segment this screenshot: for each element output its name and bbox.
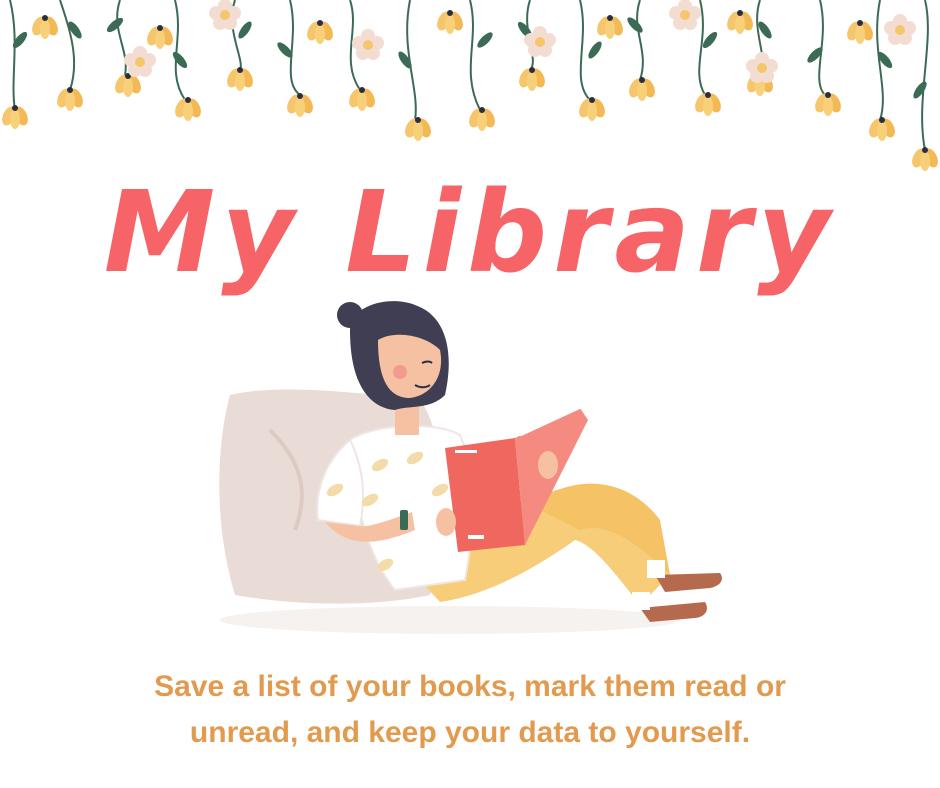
tagline-line-2: unread, and keep your data to yourself.	[189, 716, 751, 749]
tagline: Save a list of your books, mark them rea…	[40, 664, 900, 756]
floral-garland-icon	[0, 0, 940, 171]
library-banner: My Library Save a list of your books, ma…	[0, 0, 940, 788]
page-title: My Library	[103, 168, 837, 298]
reading-girl-illustration	[219, 301, 722, 634]
tagline-line-1: Save a list of your books, mark them rea…	[154, 670, 786, 703]
